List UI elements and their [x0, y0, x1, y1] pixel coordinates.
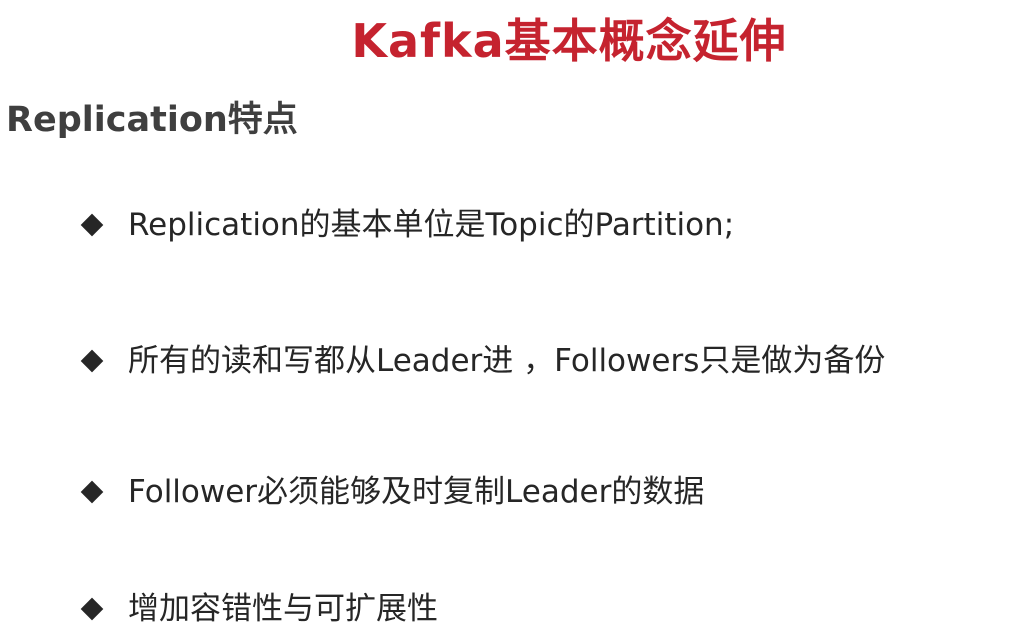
bullet-item: 所有的读和写都从Leader进 ，Followers只是做为备份 [78, 337, 885, 385]
bullet-text: 增加容错性与可扩展性 [128, 591, 438, 627]
bullet-text: Replication的基本单位是Topic的Partition; [128, 207, 735, 243]
bullet-item: Follower必须能够及时复制Leader的数据 [78, 468, 704, 516]
bullet-text: Follower必须能够及时复制Leader的数据 [128, 474, 705, 510]
bullet-text: 所有的读和写都从Leader进 ，Followers只是做为备份 [128, 343, 886, 379]
diamond-bullet-icon [80, 597, 104, 621]
slide: Kafka基本概念延伸 Replication特点 Replication的基本… [0, 0, 1018, 636]
bullet-item: 增加容错性与可扩展性 [78, 585, 438, 633]
diamond-bullet-icon [80, 349, 104, 373]
bullet-list: Replication的基本单位是Topic的Partition; 所有的读和写… [0, 0, 1018, 636]
bullet-item: Replication的基本单位是Topic的Partition; [78, 201, 734, 249]
diamond-bullet-icon [80, 480, 104, 504]
diamond-bullet-icon [80, 213, 104, 237]
